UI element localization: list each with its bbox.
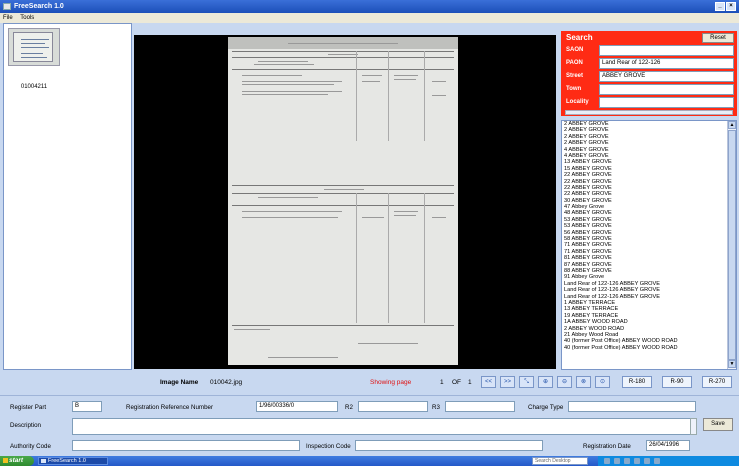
street-input[interactable]: ABBEY GROVE [599, 71, 734, 82]
register-part-input[interactable]: B [72, 401, 102, 412]
page-total: 1 [468, 379, 472, 386]
tray-icon[interactable] [654, 458, 660, 464]
search-panel: Search Reset SAON PAON Land Rear of 122-… [561, 31, 737, 116]
app-icon [3, 3, 11, 10]
street-row: Street ABBEY GROVE [561, 70, 737, 84]
saon-input[interactable] [599, 45, 734, 56]
description-scrollbar[interactable] [690, 418, 697, 435]
paon-label: PAON [566, 60, 583, 66]
next-page-button[interactable]: >> [500, 376, 515, 388]
search-hscrollbar[interactable] [565, 110, 733, 115]
charge-type-input[interactable] [568, 401, 696, 412]
locality-row: Locality [561, 96, 737, 110]
authority-code-input[interactable] [72, 440, 300, 451]
town-input[interactable] [599, 84, 734, 95]
inspection-code-input[interactable] [355, 440, 543, 451]
saon-label: SAON [566, 47, 584, 53]
search-title: Search [566, 33, 593, 42]
town-row: Town [561, 83, 737, 97]
tray-icon[interactable] [604, 458, 610, 464]
r3-input[interactable] [445, 401, 515, 412]
close-icon[interactable]: × [726, 2, 736, 11]
tray-icon[interactable] [644, 458, 650, 464]
scroll-up-icon[interactable]: ▲ [728, 121, 736, 129]
paon-input[interactable]: Land Rear of 122-126 [599, 58, 734, 69]
thumbnail-label: 01004211 [20, 84, 48, 90]
scroll-down-icon[interactable]: ▼ [728, 360, 736, 368]
image-name-label: Image Name [160, 379, 199, 386]
reset-button[interactable]: Reset [702, 33, 734, 43]
locality-input[interactable] [599, 97, 734, 108]
description-textarea[interactable] [72, 418, 697, 435]
taskbar-app-item[interactable]: FreeSearch 1.0 [38, 457, 108, 465]
start-button[interactable]: start [0, 456, 34, 466]
showing-page-label: Showing page [370, 379, 412, 386]
r2-input[interactable] [358, 401, 428, 412]
authority-code-label: Authority Code [10, 443, 51, 450]
page-of-label: OF [452, 379, 462, 386]
scroll-thumb[interactable] [728, 130, 736, 360]
minimize-icon[interactable]: _ [715, 2, 725, 11]
menu-bar: File Tools [0, 13, 739, 23]
window-titlebar: FreeSearch 1.0 _ × [0, 0, 739, 13]
town-label: Town [566, 86, 582, 92]
menu-file[interactable]: File [3, 15, 13, 21]
zoom-fit-icon[interactable]: ⊗ [576, 376, 591, 388]
results-scrollbar[interactable]: ▲ ▼ [727, 121, 736, 369]
navigation-bar: Image Name 010042.jpg Showing page 1 OF … [0, 373, 739, 395]
paon-row: PAON Land Rear of 122-126 [561, 57, 737, 71]
saon-row: SAON [561, 44, 737, 58]
r3-label: R3 [432, 404, 440, 411]
result-item[interactable]: 40 (former Post Office) ABBEY WOOD ROAD [562, 345, 736, 351]
r2-label: R2 [345, 404, 353, 411]
rotate-90-button[interactable]: R-90 [662, 376, 692, 388]
image-name-value: 010042.jpg [210, 379, 243, 386]
tray-icon[interactable] [614, 458, 620, 464]
registration-date-label: Registration Date [583, 443, 631, 450]
prev-page-button[interactable]: << [481, 376, 496, 388]
rotate-270-button[interactable]: R-270 [702, 376, 732, 388]
separator [0, 395, 739, 396]
fit-icon[interactable]: ⤡ [519, 376, 534, 388]
inspection-code-label: Inspection Code [306, 443, 351, 450]
zoom-in-icon[interactable]: ⊕ [538, 376, 553, 388]
street-label: Street [566, 73, 584, 79]
page-current: 1 [440, 379, 444, 386]
thumbnail-panel: 01004211 [3, 23, 132, 370]
charge-type-label: Charge Type [528, 404, 564, 411]
system-tray [598, 456, 739, 466]
results-list[interactable]: 2 ABBEY GROVE 2 ABBEY GROVE 2 ABBEY GROVE 2… [561, 120, 737, 370]
window-title: FreeSearch 1.0 [14, 3, 64, 10]
register-part-label: Register Part [10, 404, 47, 411]
document-viewer[interactable] [134, 35, 556, 369]
menu-tools[interactable]: Tools [20, 15, 34, 21]
zoom-out-icon[interactable]: ⊖ [557, 376, 572, 388]
page-thumbnail[interactable] [8, 28, 60, 66]
zoom-actual-icon[interactable]: ⊙ [595, 376, 610, 388]
registration-reference-label: Registration Reference Number [126, 404, 214, 411]
locality-label: Locality [566, 99, 589, 105]
tray-icon[interactable] [634, 458, 640, 464]
thumbnail-image [13, 32, 53, 62]
results-items: 2 ABBEY GROVE 2 ABBEY GROVE 2 ABBEY GROVE 2… [562, 121, 736, 351]
desktop-search-input[interactable]: Search Desktop [532, 457, 588, 465]
window-controls: _ × [715, 2, 736, 11]
tray-icon[interactable] [624, 458, 630, 464]
save-button[interactable]: Save [703, 418, 733, 431]
taskbar: start FreeSearch 1.0 Search Desktop [0, 456, 739, 466]
registration-date-input[interactable]: 26/04/1996 [646, 440, 690, 451]
registration-reference-input[interactable]: 1/96/00336/0 [256, 401, 338, 412]
document-image [228, 37, 458, 365]
rotate-180-button[interactable]: R-180 [622, 376, 652, 388]
description-label: Description [10, 422, 41, 429]
